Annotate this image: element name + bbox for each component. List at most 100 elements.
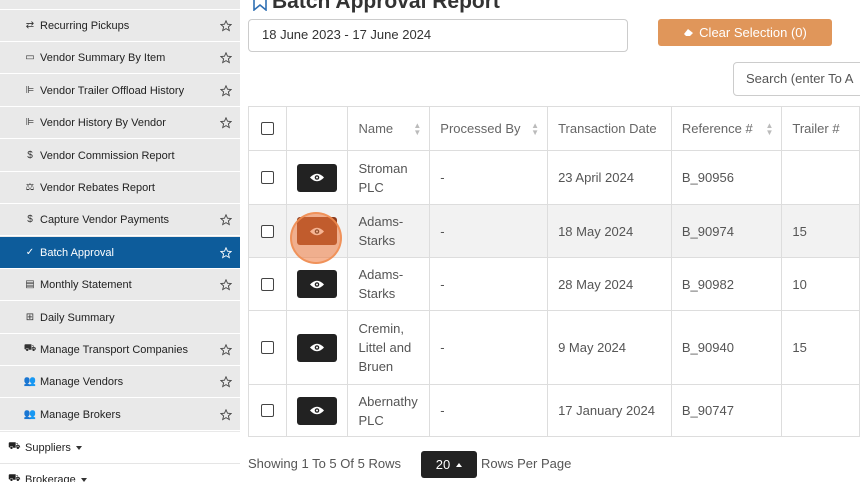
star-icon[interactable] — [220, 343, 232, 356]
rows-per-page-value: 20 — [435, 457, 451, 472]
select-all-checkbox[interactable] — [261, 122, 275, 135]
header-transaction-date-label: Transaction Date — [558, 121, 657, 136]
sidebar-item-vendor-history-by-vendor[interactable]: ⊫ Vendor History By Vendor — [0, 107, 240, 139]
cell-transaction-date: 23 April 2024 — [547, 150, 672, 205]
row-checkbox[interactable] — [261, 277, 275, 291]
sidebar-item-batch-approval[interactable]: ✓ Batch Approval — [0, 237, 240, 269]
sidebar-item-label: Recurring Pickups — [40, 19, 130, 32]
sidebar-item-label: Manage Transport Companies — [40, 343, 188, 356]
table-row[interactable]: Abernathy PLC -17 January 2024 B_90747 — [247, 384, 860, 437]
sidebar-item-manage-vendors[interactable]: 👥 Manage Vendors — [0, 366, 240, 398]
cell-name: Adams-Starks — [347, 257, 431, 311]
table-row[interactable]: Cremin, Littel and Bruen -9 May 2024 B_909… — [247, 310, 860, 385]
cell-transaction-date: 17 January 2024 — [547, 384, 672, 437]
star-icon[interactable] — [220, 84, 232, 97]
row-action-cell — [286, 257, 349, 311]
star-icon[interactable] — [220, 19, 232, 32]
chart-icon: ⊫ — [25, 117, 35, 128]
header-transaction-date[interactable]: Transaction Date — [547, 106, 672, 151]
cell-processed-by: - — [429, 257, 549, 311]
star-icon[interactable] — [220, 51, 232, 64]
sidebar-item-vendor-summary-by-item[interactable]: ▭ Vendor Summary By Item — [0, 42, 240, 74]
sidebar-item-label: Monthly Statement — [40, 278, 132, 291]
star-icon[interactable] — [220, 375, 232, 388]
header-processed-by[interactable]: Processed By ▲ ▼ — [429, 106, 549, 151]
sidebar-item-monthly-statement[interactable]: ▤ Monthly Statement — [0, 269, 240, 301]
cell-reference: B_90747 — [670, 384, 783, 437]
date-range-picker[interactable]: 18 June 2023 - 17 June 2024 — [248, 19, 628, 52]
caret-down-icon — [75, 445, 82, 450]
sidebar-item-label: Capture Vendor Payments — [40, 213, 170, 226]
row-checkbox[interactable] — [261, 404, 275, 417]
list-icon: ▤ — [25, 279, 35, 290]
eye-icon — [310, 343, 325, 352]
header-trailer[interactable]: Trailer # — [781, 106, 860, 151]
pagination-info: Showing 1 To 5 Of 5 Rows — [248, 456, 401, 471]
cell-transaction-date: 18 May 2024 — [547, 204, 672, 258]
eye-icon — [310, 280, 325, 288]
sidebar: ⇄ Recurring Pickups ▭ Vendor Summary By Ite… — [0, 0, 240, 482]
view-button[interactable] — [297, 333, 338, 362]
sidebar-item-manage-brokers[interactable]: 👥 Manage Brokers — [0, 399, 240, 431]
batch-table: Name ▲ ▼ Processed By ▲ ▼ Transaction Date R… — [247, 106, 860, 437]
search-input[interactable]: Search (enter To A — [733, 62, 860, 96]
table-row[interactable]: Adams-Starks -28 May 2024 B_90982 10 — [247, 257, 860, 311]
truck-icon: ⛟ — [23, 343, 37, 354]
sidebar-group-suppliers[interactable]: ⛟ Suppliers — [0, 432, 240, 464]
caret-down-icon — [80, 477, 87, 482]
sidebar-group-brokerage[interactable]: ⛟ Brokerage — [0, 464, 240, 482]
sidebar-item-manage-transport-companies[interactable]: ⛟ Manage Transport Companies — [0, 334, 240, 366]
cell-trailer — [781, 150, 860, 205]
header-name[interactable]: Name ▲ ▼ — [347, 106, 431, 151]
header-reference-label: Reference # — [681, 121, 753, 136]
cell-transaction-date: 9 May 2024 — [547, 310, 672, 385]
row-checkbox[interactable] — [261, 224, 275, 238]
sort-icon: ▲ ▼ — [765, 120, 774, 137]
star-icon[interactable] — [220, 278, 232, 291]
check-icon: ✓ — [25, 247, 35, 258]
view-button[interactable] — [297, 163, 338, 192]
select-all-cell — [247, 106, 288, 151]
header-reference[interactable]: Reference # ▲ ▼ — [670, 106, 783, 151]
chart-icon: ⊫ — [25, 85, 35, 96]
users-icon: 👥 — [23, 409, 37, 420]
row-checkbox[interactable] — [261, 341, 275, 354]
cell-trailer: 10 — [781, 257, 860, 311]
truck-loading-icon: ⛟ — [8, 473, 21, 482]
sidebar-item-label: Vendor Commission Report — [40, 149, 175, 162]
row-checkbox[interactable] — [261, 171, 275, 184]
star-icon[interactable] — [220, 246, 232, 259]
sidebar-item-daily-summary[interactable]: ⊞ Daily Summary — [0, 302, 240, 334]
action-header — [286, 106, 349, 151]
clear-selection-label: Clear Selection (0) — [699, 25, 807, 40]
view-button[interactable] — [297, 270, 338, 298]
cell-trailer: 15 — [781, 204, 860, 258]
table-header-row: Name ▲ ▼ Processed By ▲ ▼ Transaction Date R… — [247, 106, 860, 151]
app-root: ⇄ Recurring Pickups ▭ Vendor Summary By Ite… — [0, 0, 860, 482]
rows-per-page-dropdown[interactable]: 20 — [421, 451, 477, 478]
sidebar-item-vendor-trailer-offload-history[interactable]: ⊫ Vendor Trailer Offload History — [0, 75, 240, 107]
cell-trailer — [781, 384, 860, 437]
clear-selection-button[interactable]: Clear Selection (0) — [658, 19, 832, 46]
sidebar-item-label: Vendor History By Vendor — [40, 116, 166, 129]
sidebar-item-label: Manage Brokers — [40, 408, 121, 421]
truck-loading-icon: ⛟ — [8, 441, 21, 452]
row-select-cell — [247, 257, 288, 311]
view-button[interactable] — [297, 396, 338, 425]
balance-icon: ⚖ — [25, 182, 35, 193]
sidebar-item-recurring-pickups[interactable]: ⇄ Recurring Pickups — [0, 10, 240, 42]
sidebar-item-vendor-commission-report[interactable]: $ Vendor Commission Report — [0, 140, 240, 172]
sidebar-item-label: Vendor Rebates Report — [40, 181, 155, 194]
star-icon[interactable] — [220, 408, 232, 421]
sidebar-item-capture-vendor-payments[interactable]: $ Capture Vendor Payments — [0, 204, 240, 236]
cell-reference: B_90940 — [670, 310, 783, 385]
star-icon[interactable] — [220, 213, 232, 226]
caret-up-icon — [456, 462, 463, 467]
star-icon[interactable] — [220, 116, 232, 129]
sidebar-item-vendor-rebates-report[interactable]: ⚖ Vendor Rebates Report — [0, 172, 240, 204]
bookmark-icon[interactable] — [252, 0, 268, 11]
table-row[interactable]: Stroman PLC -23 April 2024 B_90956 — [247, 150, 860, 205]
cell-trailer: 15 — [781, 310, 860, 385]
row-select-cell — [247, 384, 288, 437]
sidebar-item-label: Manage Vendors — [40, 375, 124, 388]
